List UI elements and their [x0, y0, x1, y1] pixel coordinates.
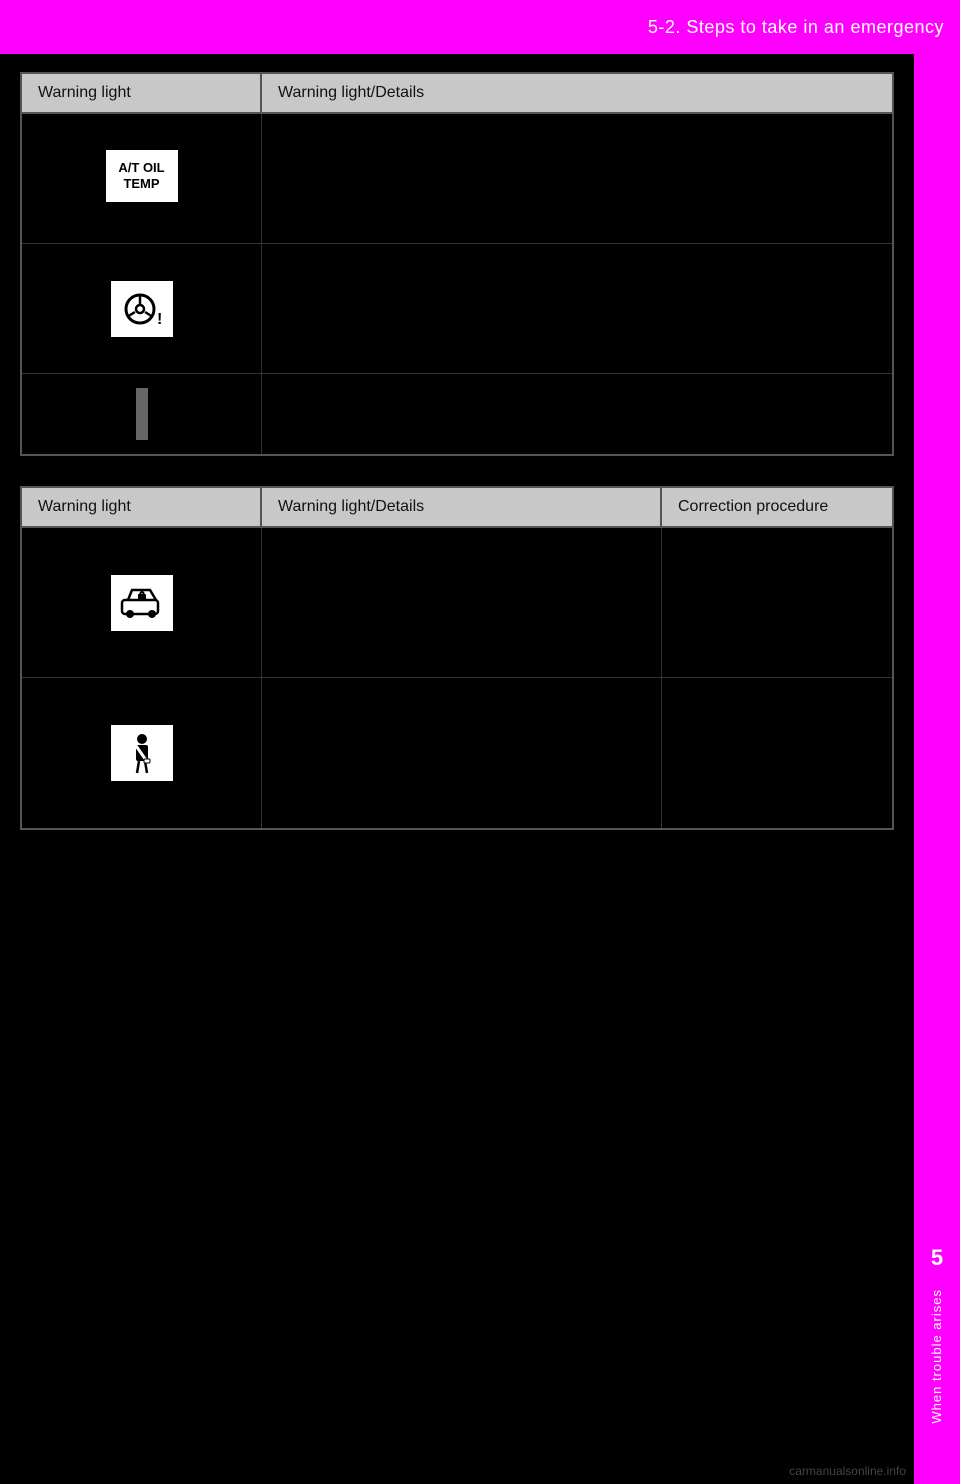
table2-body	[20, 528, 894, 830]
table2-row1-details	[262, 528, 662, 677]
seatbelt-warning-icon	[111, 725, 173, 781]
at-oil-temp-text: A/T OILTEMP	[118, 160, 164, 191]
car-security-icon	[111, 575, 173, 631]
table-row: !	[22, 244, 892, 374]
main-content: Warning light Warning light/Details A/T …	[0, 54, 914, 872]
table-section-2: Warning light Warning light/Details Corr…	[20, 486, 894, 830]
table2-row2-correction	[662, 678, 892, 828]
table1-body: A/T OILTEMP	[20, 114, 894, 456]
table1-row3-icon-cell	[22, 374, 262, 454]
table1-row2-icon-cell: !	[22, 244, 262, 373]
table2-col-correction: Correction procedure	[662, 488, 892, 526]
page-header: 5-2. Steps to take in an emergency	[0, 0, 960, 54]
table1-row1-details	[262, 114, 892, 243]
watermark: carmanualsonline.info	[789, 1464, 906, 1478]
table2-header: Warning light Warning light/Details Corr…	[20, 486, 894, 528]
table2-row2-icon-cell	[22, 678, 262, 828]
svg-text:!: !	[157, 311, 162, 328]
table1-col-warning-light: Warning light	[22, 74, 262, 112]
steering-svg: !	[118, 288, 166, 330]
chapter-number: 5	[931, 1245, 943, 1271]
car-security-svg	[118, 582, 166, 624]
table-row	[22, 374, 892, 454]
table-row	[22, 678, 892, 828]
chapter-label: When trouble arises	[929, 1289, 945, 1424]
table1-row1-icon-cell: A/T OILTEMP	[22, 114, 262, 243]
table1-col-details: Warning light/Details	[262, 74, 892, 112]
table-row	[22, 528, 892, 678]
table2-row2-details	[262, 678, 662, 828]
table-section-1: Warning light Warning light/Details A/T …	[20, 72, 894, 456]
accent-rectangle	[136, 388, 148, 440]
table2-col-warning-light: Warning light	[22, 488, 262, 526]
table1-header: Warning light Warning light/Details	[20, 72, 894, 114]
table1-row3-details	[262, 374, 892, 454]
steering-warning-icon: !	[111, 281, 173, 337]
table1-row2-details	[262, 244, 892, 373]
seatbelt-svg	[118, 731, 166, 775]
chapter-sidebar: 5 When trouble arises	[914, 54, 960, 1484]
table-row: A/T OILTEMP	[22, 114, 892, 244]
table2-col-details: Warning light/Details	[262, 488, 662, 526]
page-title: 5-2. Steps to take in an emergency	[648, 17, 944, 38]
table2-row1-correction	[662, 528, 892, 677]
table2-row1-icon-cell	[22, 528, 262, 677]
at-oil-temp-icon: A/T OILTEMP	[106, 150, 178, 202]
